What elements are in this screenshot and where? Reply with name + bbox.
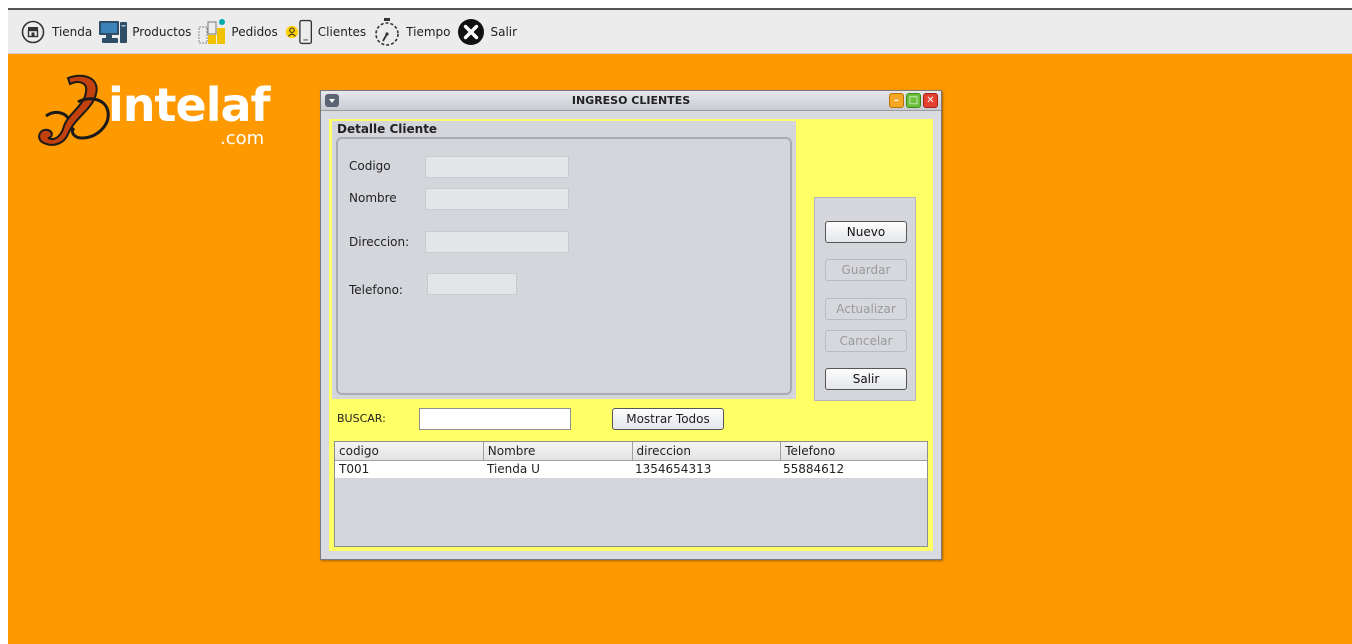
store-icon (18, 17, 48, 47)
menu-item-label: Tienda (52, 24, 93, 39)
menu-item-tiempo[interactable]: Tiempo (372, 17, 450, 47)
menu-item-tienda[interactable]: Tienda (18, 17, 92, 47)
window-controls: – □ ✕ (887, 93, 938, 108)
menu-item-salir[interactable]: Salir (456, 17, 517, 47)
column-header-direccion[interactable]: direccion (633, 442, 782, 460)
close-icon[interactable]: ✕ (923, 93, 938, 108)
computer-icon (98, 17, 128, 47)
clients-icon (284, 17, 314, 47)
top-border (0, 0, 1352, 10)
actualizar-button[interactable]: Actualizar (825, 298, 907, 320)
codigo-label: Codigo (349, 159, 391, 173)
table-row[interactable]: T001 Tienda U 1354654313 55884612 (335, 461, 927, 478)
menu-item-clientes[interactable]: Clientes (284, 17, 366, 47)
menu-item-label: Productos (132, 24, 192, 39)
mostrar-todos-button[interactable]: Mostrar Todos (612, 408, 724, 430)
cell-direccion: 1354654313 (635, 462, 712, 476)
cell-telefono: 55884612 (783, 462, 845, 476)
menu-bar: Tienda Productos Pedidos Clientes Tiempo… (8, 10, 1352, 54)
search-input[interactable] (419, 408, 571, 430)
detalle-cliente-panel: Detalle Cliente Codigo Nombre Direccion:… (332, 121, 796, 399)
table-header: codigo Nombre direccion Telefono (335, 442, 927, 461)
menu-item-productos[interactable]: Productos (98, 17, 191, 47)
menu-item-label: Clientes (317, 24, 367, 39)
column-header-nombre[interactable]: Nombre (484, 442, 633, 460)
intelaf-logo: intelaf .com (34, 72, 284, 152)
window-titlebar[interactable]: INGRESO CLIENTES – □ ✕ (321, 91, 941, 111)
direccion-label: Direccion: (349, 235, 410, 249)
cancelar-button[interactable]: Cancelar (825, 330, 907, 352)
ingreso-clientes-window: INGRESO CLIENTES – □ ✕ Detalle Cliente C… (320, 90, 942, 560)
desktop-area: intelaf .com INGRESO CLIENTES – □ ✕ Deta… (8, 54, 1352, 644)
action-buttons-panel: Nuevo Guardar Actualizar Cancelar Salir (814, 197, 916, 401)
cell-nombre: Tienda U (487, 462, 540, 476)
form-body: Detalle Cliente Codigo Nombre Direccion:… (329, 119, 933, 551)
logo-suffix: .com (220, 128, 265, 149)
cell-codigo: T001 (339, 462, 370, 476)
codigo-field[interactable] (425, 156, 569, 178)
clients-table: codigo Nombre direccion Telefono T001 Ti… (334, 441, 928, 547)
logo-wordmark: intelaf (108, 78, 271, 132)
menu-item-label: Salir (490, 24, 518, 39)
nombre-label: Nombre (349, 191, 397, 205)
stopwatch-icon (372, 17, 402, 47)
guardar-button[interactable]: Guardar (825, 259, 907, 281)
column-header-telefono[interactable]: Telefono (781, 442, 927, 460)
menu-item-label: Tiempo (406, 24, 451, 39)
menu-item-pedidos[interactable]: Pedidos (197, 17, 278, 47)
menu-item-label: Pedidos (231, 24, 278, 39)
minimize-icon[interactable]: – (889, 93, 904, 108)
orders-icon (197, 17, 227, 47)
maximize-icon[interactable]: □ (906, 93, 921, 108)
salir-button[interactable]: Salir (825, 368, 907, 390)
column-header-codigo[interactable]: codigo (335, 442, 484, 460)
logo-emblem-icon (38, 74, 110, 146)
telefono-label: Telefono: (349, 283, 403, 297)
telefono-field[interactable] (427, 273, 517, 295)
nuevo-button[interactable]: Nuevo (825, 221, 907, 243)
nombre-field[interactable] (425, 188, 569, 210)
direccion-field[interactable] (425, 231, 569, 253)
buscar-label: BUSCAR: (337, 412, 386, 425)
panel-title: Detalle Cliente (337, 122, 438, 136)
window-title: INGRESO CLIENTES (571, 94, 691, 107)
exit-icon (456, 17, 486, 47)
